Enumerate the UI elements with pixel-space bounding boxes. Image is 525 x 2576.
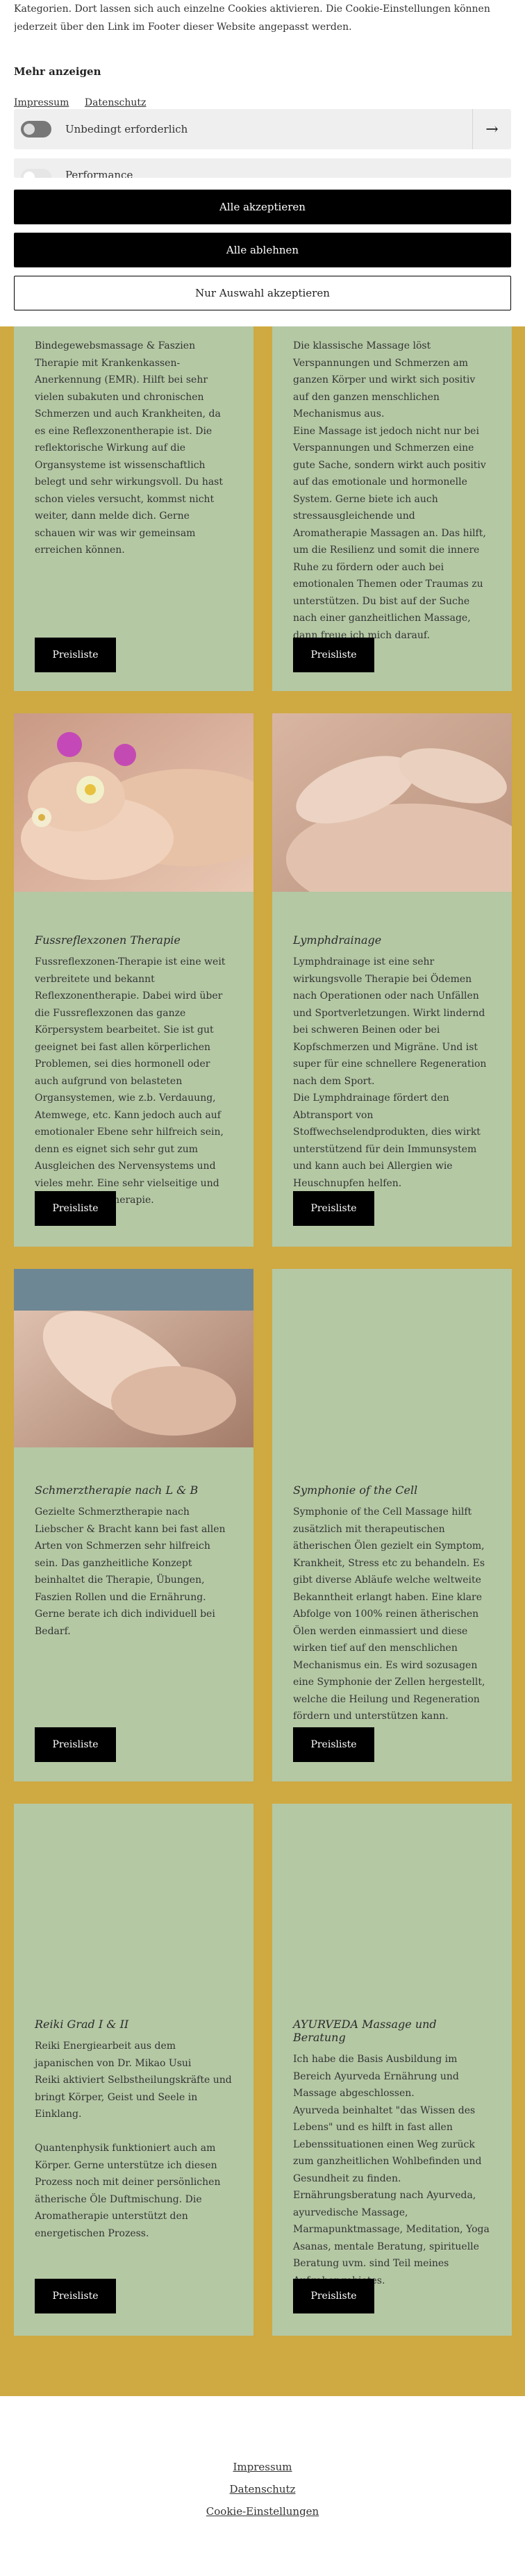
reject-all-button[interactable]: Alle ablehnen (14, 233, 511, 267)
pricelist-button[interactable]: Preisliste (35, 638, 116, 672)
card-title: AYURVEDA Massage und Beratung (293, 2018, 437, 2044)
card-text: Gezielte Schmerztherapie nach Liebscher … (35, 1506, 226, 1637)
footer-impressum-link[interactable]: Impressum (0, 2461, 525, 2473)
cookie-more-heading: Mehr anzeigen (14, 65, 101, 78)
foot-reflexology-image (14, 713, 253, 892)
pricelist-button[interactable]: Preisliste (35, 2279, 116, 2313)
accept-all-button[interactable]: Alle akzeptieren (14, 190, 511, 224)
service-card: Die klassische Massage löst Verspannunge… (272, 292, 512, 691)
service-card: AYURVEDA Massage und Beratung Ich habe d… (272, 1804, 512, 2336)
footer-cookie-settings-link[interactable]: Cookie-Einstellungen (0, 2505, 525, 2518)
service-card: Bindegewebsmassage & Faszien Therapie mi… (14, 292, 253, 691)
pricelist-button[interactable]: Preisliste (293, 1191, 374, 1226)
cookie-links: Impressum Datenschutz (14, 97, 511, 108)
cookie-category-necessary[interactable]: Unbedingt erforderlich → (14, 109, 511, 149)
cookie-intro-text: Kategorien. Dort lassen sich auch einzel… (14, 3, 490, 33)
image-placeholder (272, 1269, 512, 1447)
accept-selection-button[interactable]: Nur Auswahl akzeptieren (14, 276, 511, 310)
card-title: Symphonie of the Cell (293, 1484, 418, 1497)
card-title: Fussreflexzonen Therapie (35, 933, 181, 947)
pricelist-button[interactable]: Preisliste (35, 1727, 116, 1762)
cookie-banner: Kategorien. Dort lassen sich auch einzel… (0, 0, 525, 326)
cookie-category-label: Unbedingt erforderlich (65, 123, 188, 135)
image-placeholder (14, 1804, 253, 1982)
cookie-impressum-link[interactable]: Impressum (14, 97, 69, 108)
pain-therapy-image (14, 1269, 253, 1447)
cookie-category-performance[interactable]: Performance (14, 158, 511, 178)
card-title: Reiki Grad I & II (35, 2018, 129, 2031)
card-text: Symphonie of the Cell Massage hilft zusä… (293, 1506, 485, 1722)
service-card: Reiki Grad I & II Reiki Energiearbeit au… (14, 1804, 253, 2336)
lymphdrainage-image (272, 713, 512, 892)
cookie-datenschutz-link[interactable]: Datenschutz (85, 97, 147, 108)
card-text: Bindegewebsmassage & Faszien Therapie mi… (35, 340, 223, 556)
card-text: Lymphdrainage ist eine sehr wirkungsvoll… (293, 956, 487, 1189)
cookie-category-label: Performance (65, 169, 133, 178)
pricelist-button[interactable]: Preisliste (293, 638, 374, 672)
card-title: Lymphdrainage (293, 933, 382, 947)
service-card: Symphonie of the Cell Symphonie of the C… (272, 1269, 512, 1781)
card-title: Schmerztherapie nach L & B (35, 1484, 199, 1497)
card-text: Die klassische Massage löst Verspannunge… (293, 340, 486, 641)
pricelist-button[interactable]: Preisliste (293, 2279, 374, 2313)
footer: Impressum Datenschutz Cookie-Einstellung… (0, 2396, 525, 2576)
card-text: Reiki Energiearbeit aus dem japanischen … (35, 2041, 232, 2239)
pricelist-button[interactable]: Preisliste (35, 1191, 116, 1226)
service-card: Fussreflexzonen Therapie Fussreflexzonen… (14, 713, 253, 1247)
service-card: Lymphdrainage Lymphdrainage ist eine seh… (272, 713, 512, 1247)
card-text: Ich habe die Basis Ausbildung im Bereich… (293, 2054, 490, 2286)
footer-datenschutz-link[interactable]: Datenschutz (0, 2483, 525, 2495)
pricelist-button[interactable]: Preisliste (293, 1727, 374, 1762)
arrow-right-icon[interactable]: → (472, 109, 511, 149)
image-placeholder (272, 1804, 512, 1982)
necessary-toggle[interactable] (21, 121, 51, 138)
performance-toggle[interactable] (21, 169, 51, 178)
card-text: Fussreflexzonen-Therapie ist eine weit v… (35, 956, 226, 1206)
service-card: Schmerztherapie nach L & B Gezielte Schm… (14, 1269, 253, 1781)
